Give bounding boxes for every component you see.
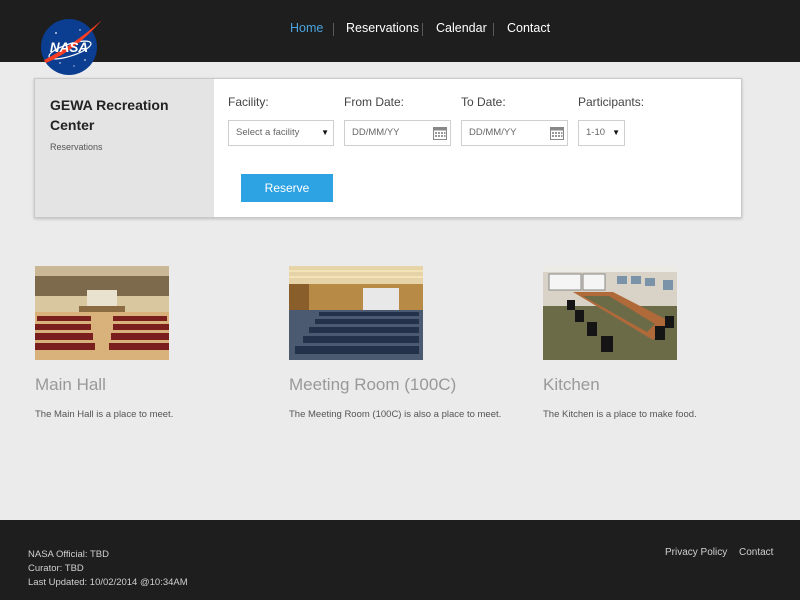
facility-title[interactable]: Meeting Room (100C) xyxy=(289,375,456,395)
panel-sidebar: GEWA Recreation Center Reservations xyxy=(35,79,214,217)
facility-card-kitchen: Kitchen The Kitchen is a place to make f… xyxy=(543,266,743,420)
facility-select[interactable]: Select a facility ▼ xyxy=(228,120,334,146)
privacy-policy-link[interactable]: Privacy Policy xyxy=(665,547,727,558)
footer-last-updated: Last Updated: 10/02/2014 @10:34AM xyxy=(28,577,188,588)
kitchen-image[interactable] xyxy=(543,266,677,360)
dropdown-caret-icon: ▼ xyxy=(321,128,329,137)
nasa-logo-text: NASA xyxy=(50,40,88,55)
meeting-room-image[interactable] xyxy=(289,266,423,360)
facility-description: The Kitchen is a place to make food. xyxy=(543,409,697,420)
participants-select-value: 1-10 xyxy=(586,127,606,138)
facility-select-value: Select a facility xyxy=(236,127,300,138)
page-footer: NASA Official: TBD Curator: TBD Last Upd… xyxy=(0,520,800,600)
facility-title[interactable]: Kitchen xyxy=(543,375,600,395)
panel-subtitle: Reservations xyxy=(50,142,103,152)
calendar-icon[interactable] xyxy=(550,126,564,140)
dropdown-caret-icon: ▼ xyxy=(612,128,620,137)
nav-divider xyxy=(333,23,334,36)
facility-description: The Main Hall is a place to meet. xyxy=(35,409,174,420)
calendar-icon[interactable] xyxy=(433,126,447,140)
nav-divider xyxy=(493,23,494,36)
nav-contact[interactable]: Contact xyxy=(507,21,550,35)
from-date-label: From Date: xyxy=(344,95,405,109)
reserve-button[interactable]: Reserve xyxy=(241,174,333,202)
facility-description: The Meeting Room (100C) is also a place … xyxy=(289,409,502,420)
footer-contact-link[interactable]: Contact xyxy=(739,547,773,558)
footer-curator: Curator: TBD xyxy=(28,563,84,574)
to-date-input[interactable]: DD/MM/YY xyxy=(461,120,568,146)
nav-calendar[interactable]: Calendar xyxy=(436,21,487,35)
footer-official: NASA Official: TBD xyxy=(28,549,109,560)
main-nav: Home Reservations Calendar Contact xyxy=(0,0,800,62)
participants-select[interactable]: 1-10 ▼ xyxy=(578,120,625,146)
to-date-placeholder: DD/MM/YY xyxy=(469,127,517,138)
facility-label: Facility: xyxy=(228,95,269,109)
nav-reservations[interactable]: Reservations xyxy=(346,21,419,35)
top-navigation-bar: Home Reservations Calendar Contact xyxy=(0,0,800,62)
panel-title: GEWA Recreation Center xyxy=(50,97,169,133)
facility-card-meeting-room: Meeting Room (100C) The Meeting Room (10… xyxy=(289,266,501,420)
main-hall-image[interactable] xyxy=(35,266,169,360)
from-date-placeholder: DD/MM/YY xyxy=(352,127,400,138)
nav-divider xyxy=(422,23,423,36)
from-date-input[interactable]: DD/MM/YY xyxy=(344,120,451,146)
reservation-panel: GEWA Recreation Center Reservations Faci… xyxy=(34,78,742,218)
to-date-label: To Date: xyxy=(461,95,506,109)
nasa-logo[interactable]: NASA xyxy=(38,16,104,78)
facility-card-main-hall: Main Hall The Main Hall is a place to me… xyxy=(35,266,235,420)
facility-title[interactable]: Main Hall xyxy=(35,375,106,395)
participants-label: Participants: xyxy=(578,95,645,109)
nav-home[interactable]: Home xyxy=(290,21,323,35)
